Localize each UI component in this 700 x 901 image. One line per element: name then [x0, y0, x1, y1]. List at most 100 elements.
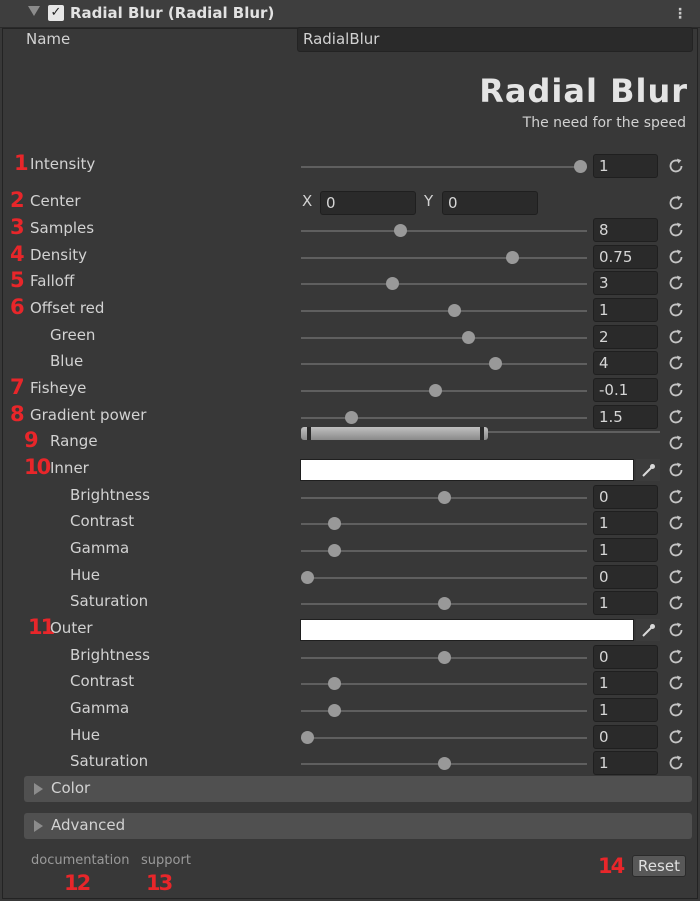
reset-icon[interactable] — [666, 380, 686, 400]
slider-track[interactable] — [301, 550, 587, 552]
reset-icon[interactable] — [666, 327, 686, 347]
slider-track[interactable] — [301, 577, 587, 579]
value-field[interactable]: 1 — [593, 751, 658, 775]
documentation-link[interactable]: documentation — [31, 853, 129, 868]
eyedropper-icon[interactable] — [636, 619, 660, 641]
slider-thumb[interactable] — [301, 571, 314, 584]
reset-icon[interactable] — [666, 193, 686, 213]
slider-track[interactable] — [301, 257, 587, 259]
reset-icon[interactable] — [666, 513, 686, 533]
slider-track[interactable] — [301, 737, 587, 739]
slider-thumb[interactable] — [437, 757, 451, 770]
slider-track[interactable] — [301, 523, 587, 525]
reset-icon[interactable] — [666, 156, 686, 176]
name-field[interactable]: RadialBlur — [297, 27, 693, 52]
annotation-number: 14 — [598, 854, 625, 878]
slider-track[interactable] — [301, 390, 587, 392]
property-label: Saturation — [70, 752, 149, 770]
range-slider[interactable] — [301, 427, 488, 440]
reset-icon[interactable] — [666, 567, 686, 587]
value-field[interactable]: 0.75 — [593, 245, 658, 269]
slider-thumb[interactable] — [301, 731, 314, 744]
color-foldout[interactable]: Color — [24, 776, 692, 802]
slider-thumb[interactable] — [505, 251, 519, 264]
range-max-handle[interactable] — [480, 427, 484, 440]
property-label: Contrast — [70, 512, 135, 530]
value-field[interactable]: -0.1 — [593, 378, 658, 402]
slider-track[interactable] — [301, 417, 587, 419]
enable-checkbox[interactable]: ✓ — [48, 5, 64, 21]
support-link[interactable]: support — [141, 853, 191, 868]
slider-thumb[interactable] — [344, 411, 358, 424]
annotation-number: 9 — [24, 428, 39, 452]
reset-icon[interactable] — [666, 727, 686, 747]
reset-icon[interactable] — [666, 620, 686, 640]
slider-track[interactable] — [301, 230, 587, 232]
value-field[interactable]: 1.5 — [593, 405, 658, 429]
y-label: Y — [424, 192, 434, 210]
reset-icon[interactable] — [666, 407, 686, 427]
range-min-handle[interactable] — [307, 427, 311, 440]
slider-thumb[interactable] — [393, 224, 407, 237]
value-field[interactable]: 0 — [593, 485, 658, 509]
slider-thumb[interactable] — [462, 331, 476, 344]
eyedropper-icon[interactable] — [636, 459, 660, 481]
slider-track[interactable] — [301, 710, 587, 712]
center-x-field[interactable]: 0 — [320, 191, 416, 215]
property-label: Gamma — [70, 699, 130, 717]
reset-icon[interactable] — [666, 753, 686, 773]
slider-track[interactable] — [301, 310, 587, 312]
reset-icon[interactable] — [666, 487, 686, 507]
slider-track[interactable] — [301, 683, 587, 685]
value-field[interactable]: 1 — [593, 154, 658, 178]
reset-icon[interactable] — [666, 673, 686, 693]
slider-thumb[interactable] — [385, 277, 399, 290]
reset-icon[interactable] — [666, 273, 686, 293]
value-field[interactable]: 1 — [593, 538, 658, 562]
slider-thumb[interactable] — [437, 651, 451, 664]
reset-icon[interactable] — [666, 700, 686, 720]
reset-icon[interactable] — [666, 540, 686, 560]
value-field[interactable]: 0 — [593, 645, 658, 669]
advanced-foldout[interactable]: Advanced — [24, 813, 692, 839]
reset-icon[interactable] — [666, 593, 686, 613]
reset-icon[interactable] — [666, 220, 686, 240]
slider-track[interactable] — [301, 166, 587, 168]
property-label: Offset red — [30, 299, 105, 317]
reset-icon[interactable] — [666, 247, 686, 267]
kebab-menu-icon[interactable]: ⋮ — [673, 4, 687, 24]
color-field[interactable] — [300, 619, 634, 641]
reset-button[interactable]: Reset — [632, 855, 686, 877]
center-y-field[interactable]: 0 — [442, 191, 538, 215]
value-field[interactable]: 1 — [593, 298, 658, 322]
value-field[interactable]: 1 — [593, 511, 658, 535]
fold-arrow-icon[interactable] — [28, 6, 40, 16]
value-field[interactable]: 3 — [593, 271, 658, 295]
reset-icon[interactable] — [666, 460, 686, 480]
color-field[interactable] — [300, 459, 634, 481]
value-field[interactable]: 2 — [593, 325, 658, 349]
value-field[interactable]: 0 — [593, 565, 658, 589]
component-header[interactable]: ✓ Radial Blur (Radial Blur) ⋮ — [0, 0, 700, 28]
component-title: Radial Blur (Radial Blur) — [70, 4, 275, 22]
slider-thumb[interactable] — [437, 597, 451, 610]
slider-thumb[interactable] — [574, 160, 587, 173]
color-foldout-label: Color — [51, 779, 91, 797]
slider-thumb[interactable] — [437, 491, 451, 504]
slider-track[interactable] — [301, 283, 587, 285]
property-label: Saturation — [70, 592, 149, 610]
value-field[interactable]: 1 — [593, 591, 658, 615]
reset-icon[interactable] — [666, 433, 686, 453]
value-field[interactable]: 8 — [593, 218, 658, 242]
reset-icon[interactable] — [666, 647, 686, 667]
value-field[interactable]: 4 — [593, 351, 658, 375]
value-field[interactable]: 1 — [593, 671, 658, 695]
property-label: Fisheye — [30, 379, 87, 397]
reset-icon[interactable] — [666, 300, 686, 320]
reset-icon[interactable] — [666, 353, 686, 373]
logo-subtitle: The need for the speed — [522, 115, 686, 131]
value-field[interactable]: 1 — [593, 698, 658, 722]
slider-track[interactable] — [301, 337, 587, 339]
value-field[interactable]: 0 — [593, 725, 658, 749]
slider-track[interactable] — [301, 363, 587, 365]
